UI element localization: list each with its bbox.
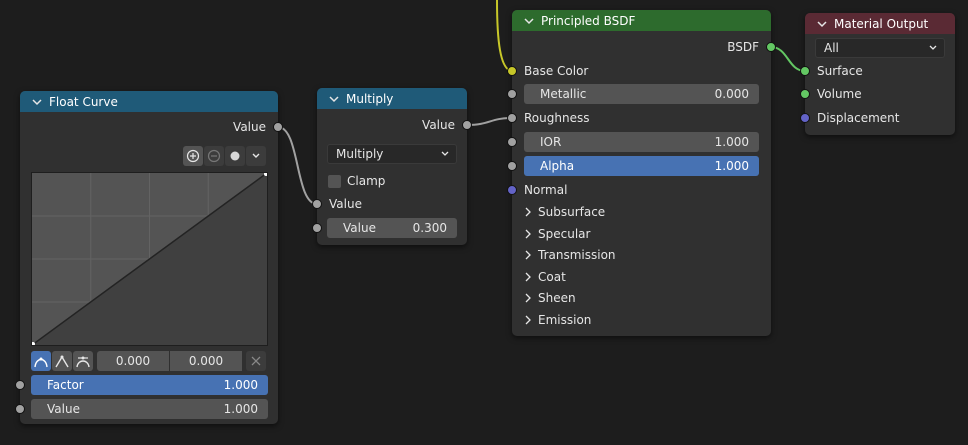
ior-socket[interactable] xyxy=(507,137,517,147)
factor-input-socket[interactable] xyxy=(15,380,25,390)
delete-point-button[interactable] xyxy=(246,351,266,371)
value-input-socket[interactable] xyxy=(15,404,25,414)
chevron-down-icon xyxy=(252,153,260,158)
handle-auto-icon xyxy=(34,357,48,368)
material-output-title: Material Output xyxy=(834,16,929,31)
bsdf-output-label: BSDF xyxy=(727,40,759,54)
curve-point-x[interactable]: 0.000 xyxy=(97,351,169,371)
chevron-down-icon[interactable] xyxy=(815,17,829,31)
principled-bsdf-node[interactable]: Principled BSDF BSDF Base Color Metallic… xyxy=(507,10,776,336)
metallic-field[interactable]: Metallic 0.000 xyxy=(524,84,759,104)
displacement-socket[interactable] xyxy=(800,113,810,123)
multiply-node[interactable]: Multiply Value Multiply Clamp Value Valu… xyxy=(312,88,472,245)
normal-label: Normal xyxy=(524,183,568,197)
float-curve-title: Float Curve xyxy=(49,94,118,109)
surface-label: Surface xyxy=(817,64,863,78)
bsdf-output-socket[interactable] xyxy=(766,42,776,52)
roughness-socket[interactable] xyxy=(507,113,517,123)
surface-socket[interactable] xyxy=(800,66,810,76)
metallic-socket[interactable] xyxy=(507,89,517,99)
material-output-node[interactable]: Material Output All Surface Volume Displ… xyxy=(800,13,955,135)
panel-sheen[interactable]: Sheen xyxy=(524,288,576,308)
material-output-header[interactable]: Material Output xyxy=(805,13,955,34)
alpha-field[interactable]: Alpha 1.000 xyxy=(524,156,759,176)
chevron-down-icon xyxy=(441,151,449,156)
zoom-out-button[interactable] xyxy=(204,146,224,166)
target-dropdown[interactable]: All xyxy=(815,38,945,58)
volume-socket[interactable] xyxy=(800,89,810,99)
float-curve-header[interactable]: Float Curve xyxy=(20,91,278,112)
multiply-output-socket[interactable] xyxy=(462,120,472,130)
dot-icon xyxy=(230,151,240,161)
float-curve-output-label: Value xyxy=(233,120,266,134)
multiply-input-label-a: Value xyxy=(329,197,362,211)
clamp-checkbox[interactable] xyxy=(328,174,341,188)
multiply-output-label: Value xyxy=(422,118,455,132)
curve-menu-button[interactable] xyxy=(246,146,266,166)
roughness-label: Roughness xyxy=(524,111,590,125)
close-icon xyxy=(251,356,261,366)
chevron-right-icon xyxy=(525,207,531,217)
link-offscreen-to-basecolor xyxy=(496,0,513,72)
handle-auto-clamped-button[interactable] xyxy=(73,351,93,371)
normal-socket[interactable] xyxy=(507,185,517,195)
zoom-out-icon xyxy=(207,149,221,163)
panel-emission[interactable]: Emission xyxy=(524,310,591,330)
panel-coat[interactable]: Coat xyxy=(524,267,566,287)
link-curve-to-multiply xyxy=(277,126,318,205)
handle-vector-button[interactable] xyxy=(52,351,72,371)
multiply-title: Multiply xyxy=(346,91,394,106)
multiply-input-socket-a[interactable] xyxy=(312,199,322,209)
factor-field[interactable]: Factor 1.000 xyxy=(31,375,268,395)
alpha-socket[interactable] xyxy=(507,161,517,171)
multiply-value-field[interactable]: Value 0.300 xyxy=(327,218,457,238)
displacement-label: Displacement xyxy=(817,111,900,125)
principled-title: Principled BSDF xyxy=(541,13,636,28)
curve-value-field[interactable]: Value 1.000 xyxy=(31,399,268,419)
chevron-right-icon xyxy=(525,229,531,239)
panel-specular[interactable]: Specular xyxy=(524,224,590,244)
float-curve-output-socket[interactable] xyxy=(273,122,283,132)
clamp-checkbox-row[interactable]: Clamp xyxy=(328,171,385,191)
chevron-down-icon[interactable] xyxy=(522,14,536,28)
curve-graph[interactable] xyxy=(31,172,268,346)
zoom-in-icon xyxy=(186,149,200,163)
chevron-down-icon[interactable] xyxy=(327,92,341,106)
handle-vector-icon xyxy=(55,355,69,368)
chevron-right-icon xyxy=(525,250,531,260)
handle-auto-clamped-icon xyxy=(76,356,90,368)
principled-header[interactable]: Principled BSDF xyxy=(512,10,771,31)
multiply-input-socket-b[interactable] xyxy=(312,223,322,233)
curve-mapping-area[interactable] xyxy=(31,172,268,346)
panel-transmission[interactable]: Transmission xyxy=(524,245,616,265)
multiply-header[interactable]: Multiply xyxy=(317,88,467,109)
volume-label: Volume xyxy=(817,87,862,101)
zoom-in-button[interactable] xyxy=(183,146,203,166)
link-multiply-to-roughness xyxy=(466,117,513,126)
chevron-down-icon xyxy=(929,45,937,50)
panel-subsurface[interactable]: Subsurface xyxy=(524,202,605,222)
float-curve-node[interactable]: Float Curve Value 0.000 0.000 Factor 1.0… xyxy=(15,91,283,424)
curve-point-y[interactable]: 0.000 xyxy=(170,351,242,371)
handle-auto-button[interactable] xyxy=(31,351,51,371)
chevron-right-icon xyxy=(525,272,531,282)
chevron-down-icon[interactable] xyxy=(30,95,44,109)
ior-field[interactable]: IOR 1.000 xyxy=(524,132,759,152)
base-color-socket[interactable] xyxy=(507,66,517,76)
curve-point-button[interactable] xyxy=(225,146,245,166)
chevron-right-icon xyxy=(525,293,531,303)
chevron-right-icon xyxy=(525,315,531,325)
base-color-label: Base Color xyxy=(524,64,589,78)
operation-dropdown[interactable]: Multiply xyxy=(327,144,457,164)
